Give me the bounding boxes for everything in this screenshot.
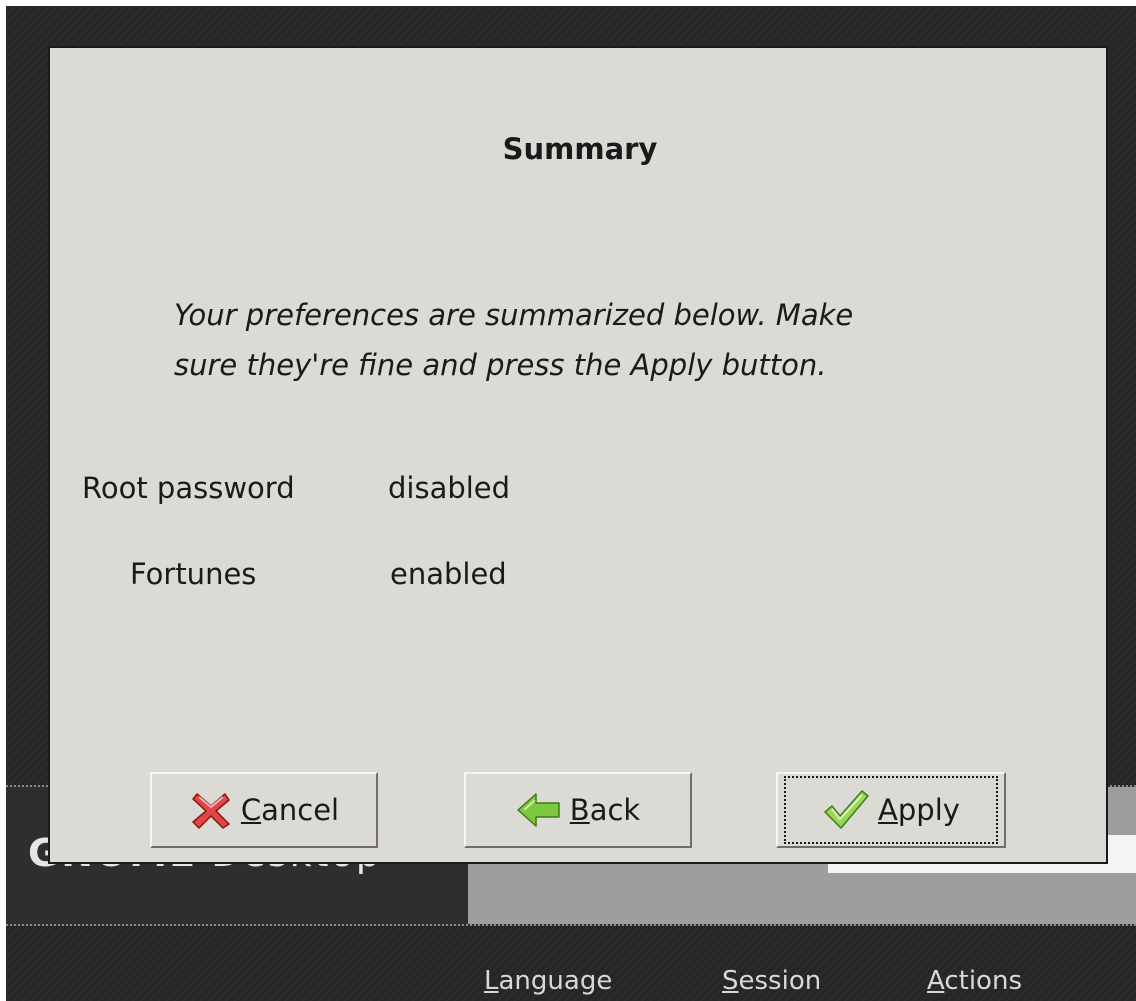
- desktop-background: GNOME Desktop Language Session Actions S…: [6, 6, 1136, 1001]
- cancel-button-label: Cancel: [240, 793, 340, 827]
- back-button-label: Back: [569, 793, 641, 827]
- dialog-title: Summary: [502, 132, 658, 166]
- back-button[interactable]: Back: [464, 772, 692, 848]
- green-checkmark-icon: [822, 788, 870, 832]
- apply-button[interactable]: Apply: [776, 772, 1006, 848]
- green-left-arrow-icon: [516, 790, 562, 830]
- dialog-intro-text: Your preferences are summarized below. M…: [174, 290, 1024, 390]
- root-password-value: disabled: [388, 471, 511, 505]
- intro-line-2: sure they're fine and press the Apply bu…: [174, 348, 827, 382]
- bottom-menu-bar: Language Session Actions: [6, 924, 1136, 1001]
- menu-actions[interactable]: Actions: [927, 966, 1022, 996]
- apply-button-label: Apply: [878, 793, 960, 827]
- menu-session[interactable]: Session: [722, 966, 821, 996]
- root-password-label: Root password: [82, 471, 295, 505]
- menu-language[interactable]: Language: [484, 966, 612, 996]
- fortunes-label: Fortunes: [130, 557, 257, 591]
- summary-dialog: Summary Your preferences are summarized …: [48, 46, 1108, 864]
- red-x-icon: [189, 788, 233, 832]
- cancel-button[interactable]: Cancel: [150, 772, 378, 848]
- fortunes-value: enabled: [390, 557, 507, 591]
- intro-line-1: Your preferences are summarized below. M…: [174, 298, 854, 332]
